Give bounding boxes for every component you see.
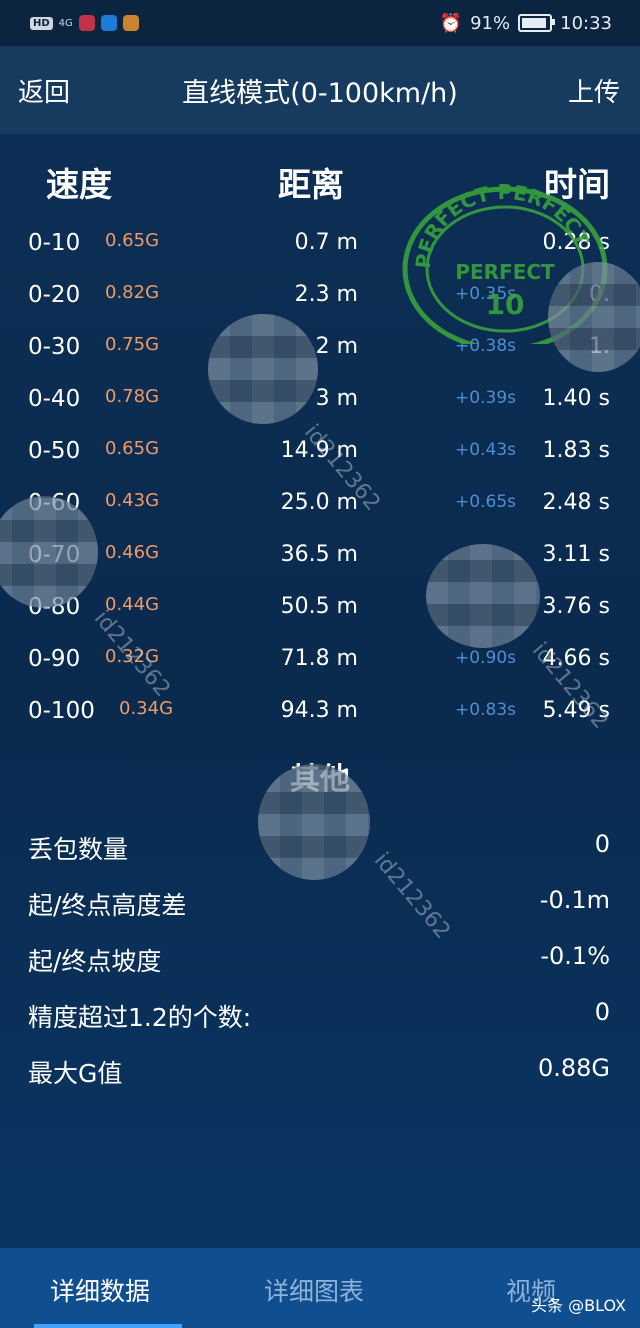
distance-value: 3 m xyxy=(315,386,358,411)
g-value: 0.75G xyxy=(105,334,160,355)
time-value: 2.48 s xyxy=(542,490,610,515)
time-value: 3.11 s xyxy=(542,542,610,567)
main-content: 速度 距离 时间 0-10 0.65G 0.7 m 0.28 s 0-20 0.… xyxy=(0,134,640,1248)
battery-icon xyxy=(518,14,556,32)
time-value: 1.83 s xyxy=(542,438,610,463)
stat-label: 精度超过1.2的个数: xyxy=(28,1003,252,1032)
time-delta: +0.38s xyxy=(455,336,516,356)
distance-value: 94.3 m xyxy=(280,698,358,723)
clock: 10:33 xyxy=(560,12,612,34)
distance-value: 0.7 m xyxy=(294,230,358,255)
status-left: HD 4G xyxy=(30,15,139,31)
g-value: 0.43G xyxy=(105,490,160,511)
mosaic-blur xyxy=(258,764,370,880)
tab-detail-data[interactable]: 详细数据 xyxy=(50,1272,150,1308)
mosaic-blur xyxy=(208,314,318,424)
stat-row-slope: 起/终点坡度 -0.1% xyxy=(0,942,640,982)
stat-label: 最大G值 xyxy=(28,1059,123,1088)
app-notification-icon xyxy=(100,15,117,31)
time-delta: +0.83s xyxy=(455,700,516,720)
g-value: 0.82G xyxy=(105,282,160,303)
g-value: 0.65G xyxy=(105,230,160,251)
time-delta: +0.43s xyxy=(455,440,516,460)
time-delta: +0.65s xyxy=(455,492,516,512)
g-value: 0.65G xyxy=(105,438,160,459)
speed-range: 0-20 xyxy=(28,282,81,308)
stat-label: 起/终点坡度 xyxy=(28,947,162,976)
stat-row-height-diff: 起/终点高度差 -0.1m xyxy=(0,886,640,926)
nav-bar: 返回 直线模式(0-100km/h) 上传 xyxy=(0,46,640,134)
signal-icon: 4G xyxy=(58,17,73,29)
status-right: ⏰ 91% 10:33 xyxy=(440,13,612,34)
app-notification-icon xyxy=(122,15,139,31)
stat-value: 0 xyxy=(594,830,610,858)
distance-value: 36.5 m xyxy=(280,542,358,567)
stat-value: 0.88G xyxy=(537,1054,610,1082)
g-value: 0.78G xyxy=(105,386,160,407)
stat-value: -0.1m xyxy=(539,886,610,914)
time-delta: +0.35s xyxy=(455,284,516,304)
distance-value: 50.5 m xyxy=(280,594,358,619)
stat-value: -0.1% xyxy=(540,942,610,970)
speed-range: 0-40 xyxy=(28,386,81,412)
table-row: 0-20 0.82G 2.3 m +0.35s 0. xyxy=(0,278,640,318)
active-tab-indicator xyxy=(34,1324,182,1328)
source-credit: 头条 @BLOX xyxy=(531,1296,626,1315)
speed-range: 0-10 xyxy=(28,230,81,256)
distance-value: 2.3 m xyxy=(294,282,358,307)
table-row: 0-60 0.43G 25.0 m +0.65s 2.48 s xyxy=(0,486,640,526)
stat-value: 0 xyxy=(594,998,610,1026)
time-value: 3.76 s xyxy=(542,594,610,619)
table-row: 0-100 0.34G 94.3 m +0.83s 5.49 s xyxy=(0,694,640,734)
hd-badge: HD xyxy=(30,16,53,30)
g-value: 0.46G xyxy=(105,542,160,563)
speed-range: 0-50 xyxy=(28,438,81,464)
table-row: 0-40 0.78G 3 m +0.39s 1.40 s xyxy=(0,382,640,422)
battery-fill xyxy=(522,18,546,28)
stat-row-max-g: 最大G值 0.88G xyxy=(0,1054,640,1094)
time-value: 0.28 s xyxy=(542,230,610,255)
header-distance: 距离 xyxy=(278,165,344,204)
table-row: 0-30 0.75G 2 m +0.38s 1. xyxy=(0,330,640,370)
speed-range: 0-90 xyxy=(28,646,81,672)
table-row: 0-10 0.65G 0.7 m 0.28 s xyxy=(0,226,640,266)
header-time: 时间 xyxy=(544,165,610,204)
g-value: 0.34G xyxy=(119,698,174,719)
status-bar: HD 4G ⏰ 91% 10:33 xyxy=(0,0,640,46)
battery-percent: 91% xyxy=(470,12,511,34)
battery-tip xyxy=(552,19,556,25)
app-notification-icon xyxy=(78,15,95,31)
mosaic-blur xyxy=(548,262,640,372)
speed-range: 0-100 xyxy=(28,698,95,724)
tab-detail-chart[interactable]: 详细图表 xyxy=(264,1272,364,1308)
distance-value: 2 m xyxy=(315,334,358,359)
mosaic-blur xyxy=(426,544,540,648)
speed-range: 0-30 xyxy=(28,334,81,360)
distance-value: 71.8 m xyxy=(280,646,358,671)
time-value: 1.40 s xyxy=(542,386,610,411)
page-title: 直线模式(0-100km/h) xyxy=(182,77,458,109)
stat-label: 起/终点高度差 xyxy=(28,891,187,920)
bottom-tab-bar: 详细数据 详细图表 视频 头条 @BLOX xyxy=(0,1248,640,1328)
alarm-icon: ⏰ xyxy=(439,12,463,34)
stat-row-precision-count: 精度超过1.2的个数: 0 xyxy=(0,998,640,1038)
time-delta: +0.90s xyxy=(455,648,516,668)
header-speed: 速度 xyxy=(46,165,112,204)
stat-label: 丢包数量 xyxy=(28,835,129,864)
time-delta: +0.39s xyxy=(455,388,516,408)
upload-button[interactable]: 上传 xyxy=(568,72,620,109)
